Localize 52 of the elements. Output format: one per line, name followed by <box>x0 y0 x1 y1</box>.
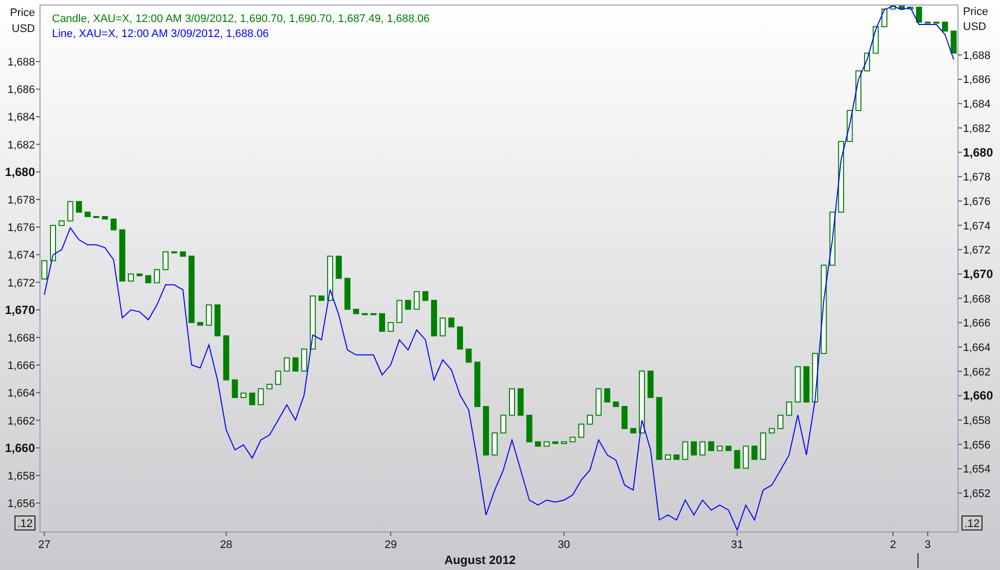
axis-label: 1,662 <box>7 415 35 428</box>
axis-label: 1,678 <box>7 194 35 207</box>
axis-label: 1,684 <box>963 98 991 111</box>
axis-label: 1,684 <box>7 112 35 124</box>
axis-title: Price <box>10 7 35 19</box>
axis-label: 1,656 <box>7 498 35 510</box>
axis-label: 2 <box>890 539 896 551</box>
legend-text: Candle, XAU=X, 12:00 AM 3/09/2012, 1,690.70, 1,690.70, 1,687.49, 1,688.06 <box>52 13 430 25</box>
axis-title: Price <box>963 6 988 18</box>
axis-label: 1,652 <box>963 488 991 500</box>
axis-label: 1,664 <box>963 342 991 354</box>
axis-label: 1,676 <box>963 196 991 208</box>
axis-label: 1,680 <box>4 164 35 179</box>
axis-label: 1,688 <box>963 50 991 62</box>
axis-label: 30 <box>558 539 570 551</box>
axis-label: 1,682 <box>7 139 35 152</box>
axis-title: USD <box>963 21 986 33</box>
axis-label: 1,682 <box>963 122 991 135</box>
axis-label: 1,658 <box>7 470 35 482</box>
axis-label: 28 <box>220 539 232 551</box>
axis-label: 1,658 <box>963 415 991 428</box>
axis-label: 1,678 <box>963 172 991 184</box>
legend-text: Line, XAU=X, 12:00 AM 3/09/2012, 1,688.06 <box>52 28 269 40</box>
axis-label: 1,670 <box>4 302 35 317</box>
axis-label: 1,670 <box>963 266 994 281</box>
axis-label: 3 <box>924 539 931 551</box>
axis-label: 1,686 <box>7 84 35 96</box>
axis-label: 1,666 <box>963 318 991 330</box>
axis-label: 29 <box>384 539 397 551</box>
scale-badge: .12 <box>14 516 36 530</box>
axis-label: 1,656 <box>963 439 991 452</box>
axis-label: 1,686 <box>963 74 991 86</box>
axis-label: 1,680 <box>963 145 994 160</box>
axis-label: 1,660 <box>4 440 35 455</box>
axis-label: 27 <box>38 539 50 551</box>
axis-label: 1,668 <box>963 293 991 306</box>
axis-label: 1,660 <box>963 388 994 403</box>
axis-label: 1,662 <box>963 366 991 378</box>
axis-label: 1,674 <box>963 220 991 232</box>
axis-label: 1,664 <box>7 388 35 400</box>
axis-label: 1,672 <box>963 244 991 257</box>
axis-label: 1,676 <box>7 222 35 234</box>
axis-label: 1,688 <box>7 56 35 69</box>
axis-label: 1,674 <box>7 250 35 262</box>
axis-label: 31 <box>731 539 744 551</box>
axis-label: 1,668 <box>7 332 35 344</box>
axis-label: 1,672 <box>7 277 35 290</box>
axis-label: 1,666 <box>7 360 35 372</box>
axis-title: USD <box>12 23 35 35</box>
axis-title: August 2012 <box>444 553 516 567</box>
axis-label: 1,654 <box>963 464 991 476</box>
scale-badge: .12 <box>962 516 982 530</box>
